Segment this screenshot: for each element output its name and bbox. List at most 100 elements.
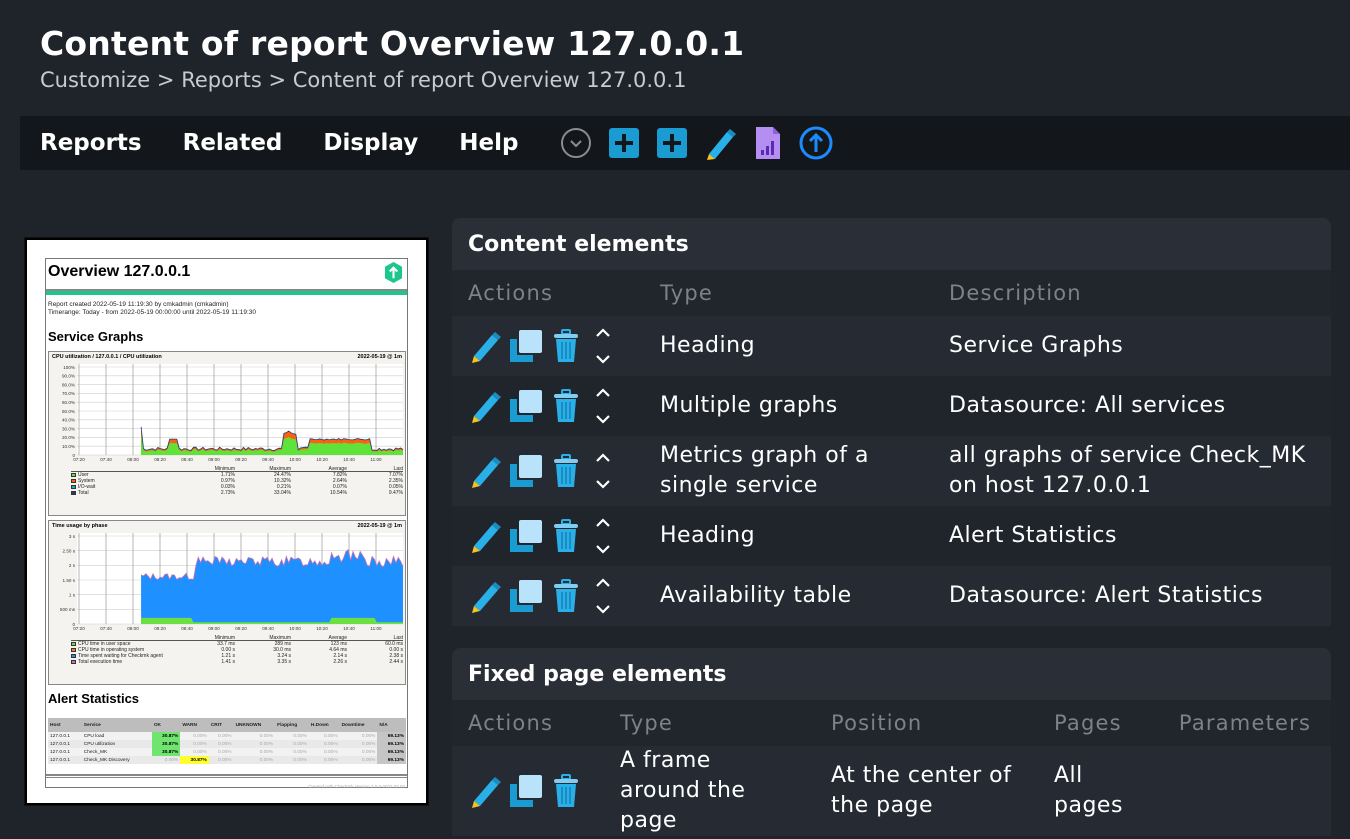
y-tick-label: 90.0% — [62, 374, 75, 379]
element-description: Datasource: All services — [933, 376, 1331, 436]
x-tick-label: 08:20 — [154, 626, 166, 631]
content-element-row: Heading Service Graphs — [452, 316, 1331, 376]
menu-help[interactable]: Help — [459, 130, 518, 156]
legend-column-header: Maximum — [269, 466, 291, 472]
table-cell: 0.00% — [233, 732, 276, 740]
move-up-down-icon[interactable] — [594, 451, 612, 491]
clone-icon[interactable] — [508, 328, 544, 364]
edit-icon[interactable] — [468, 388, 504, 424]
y-tick-label: 80.0% — [62, 382, 75, 387]
y-tick-label: 40.0% — [62, 418, 75, 423]
checkmk-logo-icon[interactable] — [799, 126, 833, 160]
table-cell: 0.00% — [208, 748, 234, 756]
element-type: A frame around the page — [604, 746, 815, 836]
edit-icon[interactable] — [468, 453, 504, 489]
legend-column-header: Average — [328, 466, 347, 472]
content-element-row: Availability table Datasource: Alert Sta… — [452, 566, 1331, 626]
delete-icon[interactable] — [548, 453, 584, 489]
delete-icon[interactable] — [548, 388, 584, 424]
breadcrumb-reports[interactable]: Reports — [181, 68, 262, 92]
element-description: all graphs of service Check_MK on host 1… — [933, 436, 1331, 506]
add-fixed-element-icon[interactable] — [655, 126, 689, 160]
edit-icon[interactable] — [468, 773, 504, 809]
legend-value: 33.04% — [274, 490, 291, 496]
move-up-down-icon[interactable] — [594, 326, 612, 366]
legend-row: Total 2.73% 33.04% 10.54% 9.47% — [71, 490, 403, 496]
x-tick-label: 08:20 — [154, 457, 166, 462]
add-content-element-icon[interactable] — [607, 126, 641, 160]
column-header: Flapping — [275, 718, 309, 732]
col-actions: Actions — [452, 700, 604, 746]
delete-icon[interactable] — [548, 773, 584, 809]
graph-title: Time usage by phase — [52, 523, 108, 529]
time-usage-graph: 3 s 2.50 s2 s 1.50 s1 s 500 ms 0 07:20 07:40 08… — [48, 520, 406, 685]
x-tick-label: 09:00 — [208, 457, 220, 462]
element-position: At the center of the page — [815, 746, 1038, 836]
table-cell: 0.00% — [233, 748, 276, 756]
move-up-down-icon[interactable] — [594, 386, 612, 426]
move-up-down-icon[interactable] — [594, 516, 612, 556]
legend-value: 9.47% — [388, 490, 403, 496]
legend-swatch — [71, 473, 76, 477]
table-cell: 69.13% — [377, 748, 406, 756]
report-meta: Report created 2022-05-19 11:19:30 by cm… — [48, 301, 257, 316]
clone-icon[interactable] — [508, 773, 544, 809]
element-pages: All pages — [1038, 746, 1163, 836]
clone-icon[interactable] — [508, 388, 544, 424]
legend-label: Total — [78, 490, 89, 496]
menu-display[interactable]: Display — [323, 130, 418, 156]
report-pdf-icon[interactable] — [751, 126, 785, 160]
y-tick-label: 2.50 s — [62, 548, 75, 553]
table-cell: 0.00% — [275, 740, 309, 748]
col-actions: Actions — [452, 270, 644, 316]
y-tick-label: 100% — [63, 365, 75, 370]
column-header: Service — [81, 718, 152, 732]
y-tick-label: 2 s — [69, 563, 76, 568]
delete-icon[interactable] — [548, 328, 584, 364]
clone-icon[interactable] — [508, 518, 544, 554]
table-cell: 0.00% — [151, 756, 181, 764]
table-cell: 30.87% — [180, 756, 209, 764]
alert-statistics-table: Host Service OK WARN CRIT UNKNOWN Flapping H.Do… — [48, 718, 406, 764]
x-tick-label: 10:00 — [289, 457, 301, 462]
menu-reports[interactable]: Reports — [40, 130, 142, 156]
report-title: Overview 127.0.0.1 — [48, 263, 191, 280]
element-description: Datasource: Alert Statistics — [933, 566, 1331, 626]
delete-icon[interactable] — [548, 518, 584, 554]
edit-report-icon[interactable] — [703, 126, 737, 160]
move-up-down-icon[interactable] — [594, 576, 612, 616]
legend-swatch — [71, 485, 76, 489]
graph-date: 2022-05-19 @ 1m — [357, 354, 402, 360]
table-cell: 0.00% — [180, 732, 209, 740]
x-tick-label: 07:40 — [100, 457, 112, 462]
clone-icon[interactable] — [508, 453, 544, 489]
row-actions — [452, 376, 644, 436]
report-preview[interactable]: Overview 127.0.0.1 Report created 2022-0… — [25, 238, 428, 805]
delete-icon[interactable] — [548, 578, 584, 614]
table-cell: 0.00% — [180, 740, 209, 748]
x-tick-label: 09:00 — [208, 626, 220, 631]
table-cell: 69.13% — [377, 732, 406, 740]
clone-icon[interactable] — [508, 578, 544, 614]
x-tick-label: 09:20 — [235, 626, 247, 631]
toggle-suggestions-icon[interactable] — [559, 126, 593, 160]
table-row: 127.0.0.1 CPU load 30.87% 0.00% 0.00% 0.00% 0.… — [48, 732, 406, 740]
column-header: H.Down — [308, 718, 340, 732]
edit-icon[interactable] — [468, 578, 504, 614]
menu-related[interactable]: Related — [183, 130, 283, 156]
x-tick-label: 10:40 — [343, 626, 355, 631]
edit-icon[interactable] — [468, 328, 504, 364]
legend-value: 10.54% — [330, 490, 347, 496]
edit-icon[interactable] — [468, 518, 504, 554]
x-tick-label: 09:40 — [262, 626, 274, 631]
report-frame: Overview 127.0.0.1 Report created 2022-0… — [45, 258, 408, 789]
x-tick-label: 10:20 — [316, 626, 328, 631]
x-tick-label: 11:00 — [370, 457, 382, 462]
y-tick-label: 1 s — [69, 592, 76, 597]
table-cell: 30.87% — [151, 732, 181, 740]
element-type: Heading — [644, 506, 933, 566]
content-elements-panel: Content elements Actions Type Descriptio… — [452, 218, 1331, 626]
breadcrumb-current[interactable]: Content of report Overview 127.0.0.1 — [293, 68, 687, 92]
breadcrumb-customize[interactable]: Customize — [40, 68, 150, 92]
x-tick-label: 08:40 — [181, 457, 193, 462]
